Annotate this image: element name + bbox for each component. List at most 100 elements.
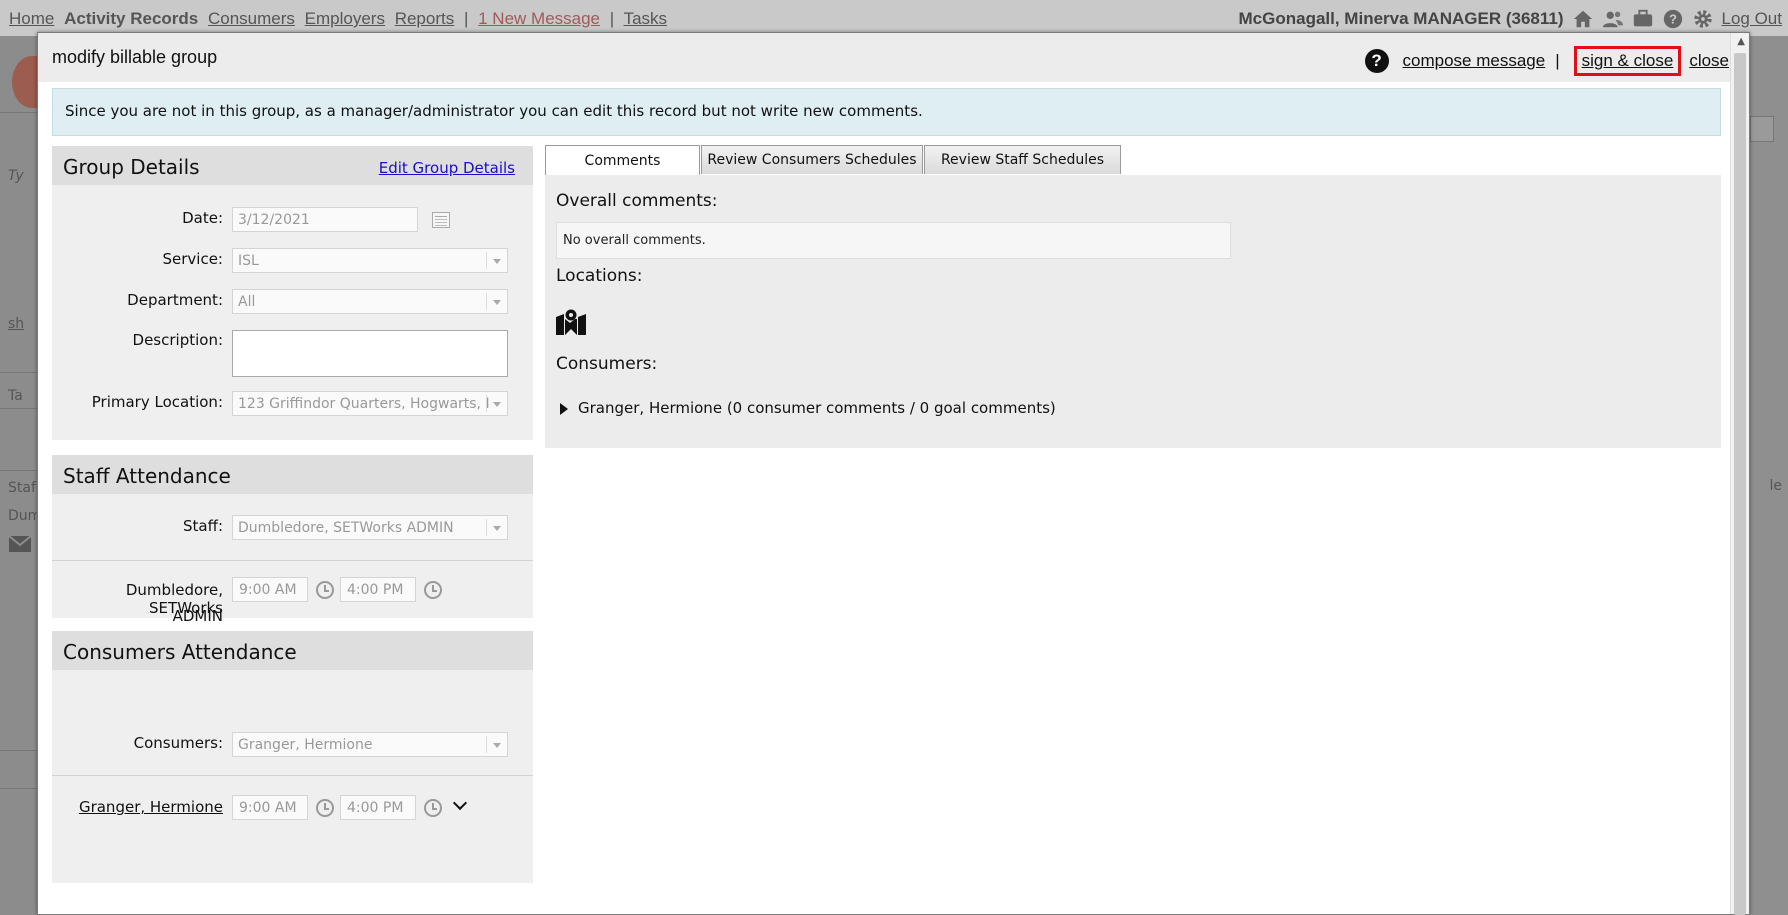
permission-notice: Since you are not in this group, as a ma…	[52, 88, 1721, 136]
detail-tabs: Comments Review Consumers Schedules Revi…	[545, 145, 1122, 176]
overall-comments-box: No overall comments.	[556, 222, 1231, 259]
description-label: Description:	[132, 331, 223, 349]
staff-attendance-header: Staff Attendance	[52, 455, 533, 494]
modify-billable-group-dialog: modify billable group ? compose message …	[37, 32, 1750, 915]
scroll-thumb[interactable]	[1734, 53, 1746, 915]
edit-group-details-link[interactable]: Edit Group Details	[379, 159, 515, 177]
nav-employers[interactable]: Employers	[305, 9, 385, 28]
logout-link[interactable]: Log Out	[1722, 9, 1783, 29]
consumer-end-time[interactable]: 4:00 PM	[340, 795, 416, 820]
service-label: Service:	[162, 250, 224, 268]
alarm-clock-icon[interactable]	[316, 581, 334, 599]
nav-tasks[interactable]: Tasks	[624, 9, 667, 28]
dialog-header: modify billable group ? compose message …	[38, 33, 1731, 82]
user-area: McGonagall, Minerva MANAGER (36811) ? Lo…	[1239, 8, 1782, 30]
consumers-title: Consumers:	[556, 354, 658, 374]
home-icon[interactable]	[1572, 8, 1594, 30]
expand-triangle-icon[interactable]	[560, 403, 568, 415]
consumers-attendance-title: Consumers Attendance	[63, 640, 297, 664]
sign-and-close-link[interactable]: sign & close	[1573, 46, 1682, 76]
bg-show-link: sh	[8, 316, 25, 332]
staff-attendance-panel: Staff Attendance Staff: Dumbledore, SETW…	[52, 455, 533, 625]
mail-icon	[9, 536, 31, 552]
bg-select	[1750, 116, 1774, 142]
group-details-header: Group Details Edit Group Details	[52, 146, 533, 185]
tab-review-staff-schedules[interactable]: Review Staff Schedules	[924, 145, 1121, 174]
overall-comments-title: Overall comments:	[556, 191, 718, 211]
group-details-title: Group Details	[63, 155, 200, 179]
staff-row-name-cont: ADMIN	[172, 607, 223, 625]
staff-select[interactable]: Dumbledore, SETWorks ADMIN	[232, 515, 508, 540]
users-icon[interactable]	[1602, 8, 1624, 30]
app-top-nav: Home Activity Records Consumers Employer…	[0, 0, 1788, 36]
nav-consumers[interactable]: Consumers	[208, 9, 295, 28]
bg-tab-label: Ta	[8, 388, 23, 404]
consumer-comments-entry[interactable]: Granger, Hermione (0 consumer comments /…	[578, 399, 1056, 417]
nav-separator: |	[463, 9, 469, 28]
consumers-select[interactable]: Granger, Hermione	[232, 732, 508, 757]
help-icon[interactable]: ?	[1364, 49, 1389, 73]
primary-location-label: Primary Location:	[91, 393, 223, 411]
primary-location-value: 123 Griffindor Quarters, Hogwarts, I	[238, 396, 490, 412]
bg-divider	[0, 470, 40, 471]
alarm-clock-icon[interactable]	[424, 581, 442, 599]
department-value: All	[238, 294, 256, 310]
bg-divider	[0, 408, 40, 409]
alarm-clock-icon[interactable]	[316, 799, 334, 817]
bg-col-header-right: le	[1769, 478, 1782, 494]
department-label: Department:	[127, 291, 223, 309]
staff-label: Staff:	[183, 517, 223, 535]
consumers-label: Consumers:	[133, 734, 223, 752]
description-textarea[interactable]	[232, 330, 508, 377]
consumer-start-time[interactable]: 9:00 AM	[232, 795, 308, 820]
primary-location-select[interactable]: 123 Griffindor Quarters, Hogwarts, I	[232, 391, 508, 416]
consumer-row-link[interactable]: Granger, Hermione	[79, 798, 223, 816]
help-icon[interactable]: ?	[1662, 8, 1684, 30]
bg-divider	[0, 750, 40, 751]
dialog-title: modify billable group	[52, 47, 218, 67]
bg-right-panel	[1748, 36, 1788, 915]
compose-message-link[interactable]: compose message	[1403, 51, 1546, 71]
consumers-attendance-panel: Consumers Attendance Consumers: Granger,…	[52, 631, 533, 883]
svg-text:?: ?	[1669, 12, 1677, 27]
staff-value: Dumbledore, SETWorks ADMIN	[238, 520, 454, 536]
calendar-icon[interactable]	[432, 212, 450, 228]
bg-divider	[0, 788, 40, 789]
alarm-clock-icon[interactable]	[424, 799, 442, 817]
close-link[interactable]: close	[1689, 51, 1729, 71]
locations-title: Locations:	[556, 266, 643, 286]
dialog-scrollbar[interactable]: ▲	[1730, 33, 1749, 915]
nav-separator: |	[609, 9, 615, 28]
consumers-value: Granger, Hermione	[238, 737, 373, 753]
briefcase-icon[interactable]	[1632, 8, 1654, 30]
nav-new-message[interactable]: 1 New Message	[478, 9, 600, 28]
user-name: McGonagall, Minerva MANAGER (36811)	[1238, 9, 1564, 28]
bg-divider	[0, 372, 40, 373]
bg-search-hint: Ty	[8, 168, 24, 184]
staff-end-time[interactable]: 4:00 PM	[340, 577, 416, 602]
action-separator: |	[1555, 51, 1560, 70]
consumers-attendance-header: Consumers Attendance	[52, 631, 533, 670]
group-details-panel: Group Details Edit Group Details Date: 3…	[52, 146, 533, 440]
nav-home[interactable]: Home	[9, 9, 54, 28]
staff-attendance-title: Staff Attendance	[63, 464, 231, 488]
bg-col-header: Staf	[8, 480, 36, 496]
bg-divider	[0, 112, 40, 113]
main-menu: Home Activity Records Consumers Employer…	[9, 9, 672, 29]
service-select[interactable]: ISL	[232, 248, 508, 273]
staff-start-time[interactable]: 9:00 AM	[232, 577, 308, 602]
chevron-down-icon[interactable]	[452, 795, 468, 811]
settings-icon[interactable]	[1692, 8, 1714, 30]
nav-activity-records[interactable]: Activity Records	[64, 9, 198, 28]
date-label: Date:	[182, 209, 223, 227]
date-field[interactable]: 3/12/2021	[232, 207, 418, 232]
department-select[interactable]: All	[232, 289, 508, 314]
map-location-icon[interactable]	[556, 309, 586, 335]
divider	[52, 560, 533, 561]
comments-tab-content: Overall comments: No overall comments. L…	[545, 175, 1721, 448]
nav-reports[interactable]: Reports	[395, 9, 455, 28]
tab-review-consumers-schedules[interactable]: Review Consumers Schedules	[701, 145, 923, 174]
tab-comments[interactable]: Comments	[545, 145, 700, 176]
divider	[52, 775, 533, 776]
scroll-up-icon[interactable]: ▲	[1737, 36, 1745, 47]
